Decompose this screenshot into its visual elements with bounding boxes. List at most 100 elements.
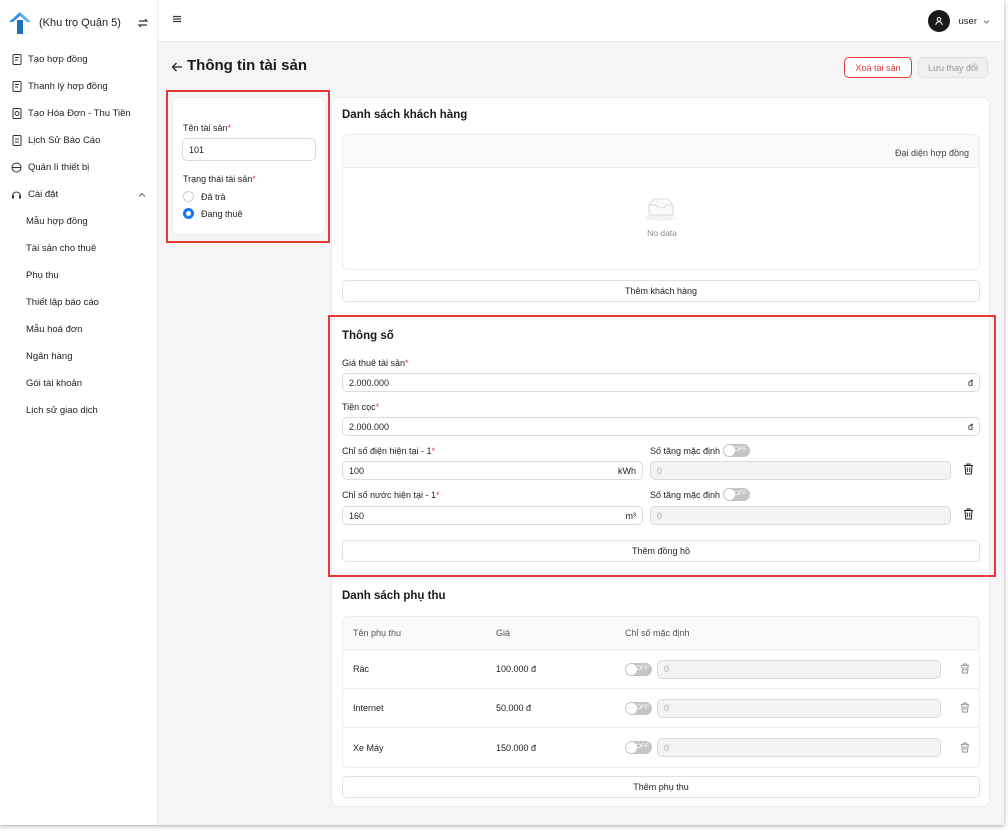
sidebar-subitem-invoice-template[interactable]: Mẫu hoá đơn xyxy=(0,316,158,343)
sidebar-item-report-history[interactable]: Lịch Sử Báo Cáo xyxy=(0,127,158,154)
surcharge-default-input[interactable]: 0 xyxy=(657,698,941,718)
brand-name: (Khu trọ Quận 5) xyxy=(39,17,121,29)
app-window: (Khu trọ Quận 5) Tạo hợp đồng Thanh lý h… xyxy=(0,0,1004,825)
table-row: Internet 50.000 đ OFF 0 xyxy=(343,689,979,728)
sidebar-subitem-account-plan[interactable]: Gói tài khoản xyxy=(0,370,158,397)
default-index-cell: OFF 0 xyxy=(625,738,941,757)
water-default-input[interactable]: 0 xyxy=(650,506,951,525)
switch-icon[interactable] xyxy=(136,16,150,30)
sidebar-subitem-surcharges[interactable]: Phụ thu xyxy=(0,262,158,289)
sidebar-subitem-bank[interactable]: Ngân hàng xyxy=(0,343,158,370)
empty-text: No data xyxy=(647,228,677,238)
surcharge-default-input[interactable]: 0 xyxy=(657,738,941,757)
asset-info-card: Tên tài sản* 101 Trạng thái tài sản* Đã … xyxy=(172,97,326,235)
sidebar-item-create-invoice[interactable]: Tạo Hóa Đơn - Thu Tiền xyxy=(0,100,158,127)
menu-icon[interactable] xyxy=(172,14,182,24)
page-title: Thông tin tài sản xyxy=(187,57,307,74)
sidebar-item-settings[interactable]: Cài đặt xyxy=(0,181,158,208)
water-index-label: Chỉ số nước hiện tại - 1* xyxy=(342,490,440,500)
water-default-label: Số tăng mặc định xyxy=(650,490,721,500)
main-card: Danh sách khách hàng Đại diện hợp đồng N… xyxy=(331,97,990,807)
add-surcharge-button[interactable]: Thêm phụ thu xyxy=(342,776,980,798)
sidebar-item-label: Quản lí thiết bị xyxy=(28,162,90,173)
column-surcharge-name: Tên phụ thu xyxy=(353,628,402,638)
rent-price-label: Giá thuê tài sản* xyxy=(342,358,409,368)
column-contract-representative: Đại diện hợp đồng xyxy=(895,148,969,158)
sidebar-item-label: Cài đặt xyxy=(28,189,59,200)
water-default-toggle[interactable]: OFF xyxy=(723,488,750,501)
surcharge-toggle[interactable]: OFF xyxy=(625,701,652,715)
add-customer-button[interactable]: Thêm khách hàng xyxy=(342,280,980,302)
asset-name-label: Tên tài sản* xyxy=(183,123,232,133)
sidebar-item-label: Thanh lý hợp đồng xyxy=(28,81,108,92)
surcharges-title: Danh sách phụ thu xyxy=(342,590,446,602)
add-meter-button[interactable]: Thêm đồng hồ xyxy=(342,540,980,562)
contract-icon xyxy=(11,81,22,92)
electric-default-input[interactable]: 0 xyxy=(650,461,951,480)
surcharge-toggle[interactable]: OFF xyxy=(625,741,652,754)
surcharge-name: Rác xyxy=(353,664,370,674)
surcharges-table: Tên phụ thu Giá Chỉ số mặc định Rác 100.… xyxy=(342,616,980,768)
logo-icon xyxy=(9,12,31,34)
sidebar-subitem-rental-assets[interactable]: Tài sản cho thuê xyxy=(0,235,158,262)
top-bar: user xyxy=(158,0,1004,42)
chevron-down-icon xyxy=(983,18,990,25)
status-radio-renting[interactable]: Đang thuê xyxy=(183,208,243,219)
chevron-up-icon[interactable] xyxy=(138,191,146,199)
sidebar-item-terminate-contract[interactable]: Thanh lý hợp đồng xyxy=(0,73,158,100)
params-title: Thông số xyxy=(342,330,394,342)
sidebar-subitem-contract-template[interactable]: Mẫu hợp đồng xyxy=(0,208,158,235)
surcharge-default-input[interactable]: 0 xyxy=(657,659,941,679)
customers-title: Danh sách khách hàng xyxy=(342,109,468,121)
radio-dot-selected xyxy=(183,208,194,219)
delete-electric-meter-icon[interactable] xyxy=(963,463,975,475)
table-row: Xe Máy 150.000 đ OFF 0 xyxy=(343,728,979,767)
status-radio-returned[interactable]: Đã trả xyxy=(183,191,226,202)
user-menu[interactable]: user xyxy=(927,10,990,32)
table-row: Rác 100.000 đ OFF 0 xyxy=(343,650,979,689)
asset-status-label: Trạng thái tài sản* xyxy=(183,174,256,184)
brand: (Khu trọ Quận 5) xyxy=(8,10,150,36)
surcharge-toggle[interactable]: OFF xyxy=(625,662,652,676)
asset-name-input[interactable]: 101 xyxy=(182,138,316,161)
deposit-label: Tiền cọc* xyxy=(342,402,380,412)
sidebar-item-create-contract[interactable]: Tạo hợp đồng xyxy=(0,46,158,73)
invoice-icon xyxy=(11,108,22,119)
deposit-input[interactable]: 2.000.000 đ xyxy=(342,417,980,436)
sidebar-item-devices[interactable]: Quản lí thiết bị xyxy=(0,154,158,181)
delete-surcharge-icon[interactable] xyxy=(960,663,972,675)
column-price: Giá xyxy=(496,628,511,638)
rent-price-input[interactable]: 2.000.000 đ xyxy=(342,373,980,392)
surcharges-table-header: Tên phụ thu Giá Chỉ số mặc định xyxy=(343,617,979,650)
settings-icon xyxy=(11,189,22,200)
contract-icon xyxy=(11,54,22,65)
surcharge-price: 50.000 đ xyxy=(496,703,532,713)
electric-default-toggle[interactable]: OFF xyxy=(723,444,750,457)
save-changes-button[interactable]: Lưu thay đổi xyxy=(918,57,988,78)
surcharge-price: 150.000 đ xyxy=(496,742,537,753)
default-index-cell: OFF 0 xyxy=(625,698,941,718)
empty-box-icon xyxy=(645,198,677,221)
customers-table: Đại diện hợp đồng No data xyxy=(342,134,980,270)
sidebar-subitem-transaction-history[interactable]: Lịch sử giao dịch xyxy=(0,397,158,424)
electric-index-input[interactable]: 100 kWh xyxy=(342,461,643,480)
delete-surcharge-icon[interactable] xyxy=(960,702,972,714)
sidebar: (Khu trọ Quận 5) Tạo hợp đồng Thanh lý h… xyxy=(0,0,158,825)
sidebar-subitem-report-settings[interactable]: Thiết lập báo cáo xyxy=(0,289,158,316)
delete-surcharge-icon[interactable] xyxy=(960,742,972,754)
electric-index-label: Chỉ số điện hiện tại - 1* xyxy=(342,446,436,456)
report-icon xyxy=(11,135,22,146)
sidebar-item-label: Tạo hợp đồng xyxy=(28,54,88,65)
sidebar-nav: Tạo hợp đồng Thanh lý hợp đồng Tạo Hóa Đ… xyxy=(0,46,158,424)
user-avatar-icon xyxy=(927,10,950,32)
delete-asset-button[interactable]: Xoá tài sản xyxy=(844,57,912,78)
surcharge-name: Internet xyxy=(353,703,384,713)
delete-water-meter-icon[interactable] xyxy=(963,508,975,520)
water-index-input[interactable]: 160 m³ xyxy=(342,506,643,525)
sidebar-item-label: Lịch Sử Báo Cáo xyxy=(28,135,101,146)
back-arrow-icon[interactable] xyxy=(171,61,183,73)
electric-default-label: Số tăng mặc định xyxy=(650,446,721,456)
radio-dot xyxy=(183,191,194,202)
sidebar-item-label: Tạo Hóa Đơn - Thu Tiền xyxy=(28,108,131,119)
column-default-index: Chỉ số mặc định xyxy=(625,628,690,638)
